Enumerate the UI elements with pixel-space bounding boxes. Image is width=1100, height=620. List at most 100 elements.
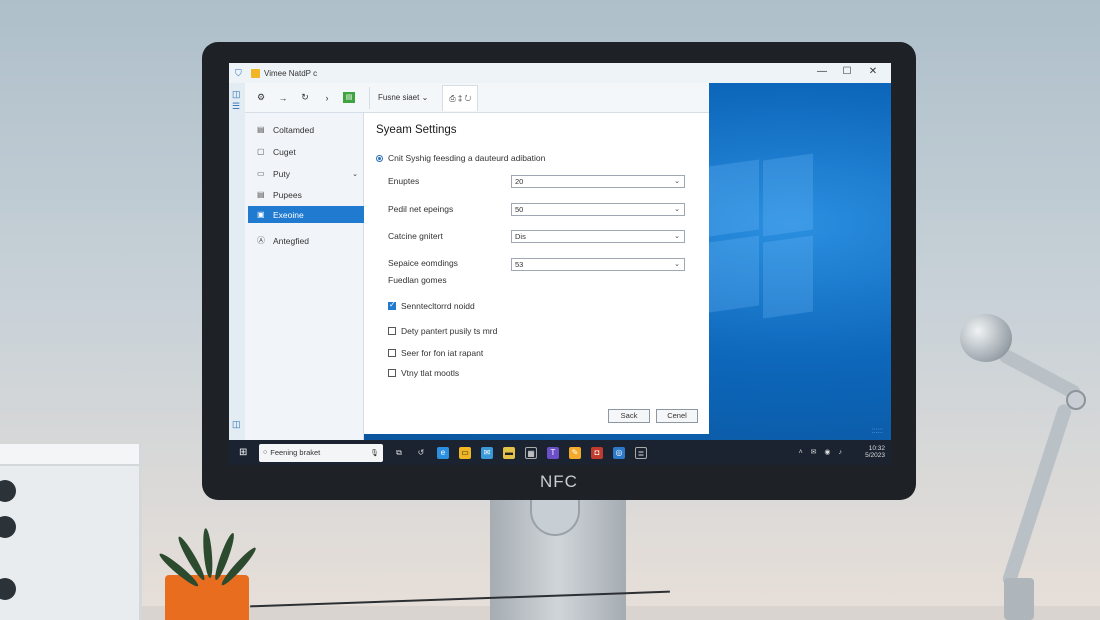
field-label: Pedil net epeings (388, 204, 454, 214)
sidebar-item-label: Pupees (273, 189, 302, 200)
shield-icon: ⛉ (235, 68, 242, 78)
cabinet-top (0, 444, 139, 466)
task-view-icon[interactable]: ⧉ (393, 447, 405, 459)
paint-icon[interactable]: ✎ (569, 446, 581, 459)
chevron-right-icon[interactable]: › (321, 93, 333, 103)
notepad-icon[interactable]: ≣ (635, 446, 647, 459)
office-icon[interactable]: ◘ (591, 446, 603, 459)
taskbar-search[interactable]: ○ Feening braket 🎙︎ (259, 443, 383, 462)
checkbox-label: Seer for fon iat rapant (401, 348, 484, 358)
folder-icon: ▭ (257, 169, 265, 178)
radio-button[interactable] (376, 154, 383, 162)
settings-window: ⛉ Vimee NatdP c — ☐ ✕ ◫ ☰ ◫ ⚙ → ↻ › ▤ Fu… (229, 63, 891, 440)
green-app-icon[interactable]: ▤ (343, 92, 355, 103)
dropdown-value: 20 (515, 177, 524, 186)
dropdown-0[interactable]: 20 ⌄ (511, 175, 685, 188)
sidebar-item-label: Exeoine (273, 209, 304, 220)
clock[interactable]: 10:32 5/2023 (865, 445, 885, 459)
checkbox-row-3[interactable]: Vtny tlat mootls (388, 368, 459, 378)
checkbox-label: Dety pantert pusily ts mrd (401, 326, 498, 336)
cabinet-knob (0, 516, 16, 538)
chevron-down-icon: ⌄ (421, 92, 429, 102)
settings-icon[interactable]: ⚙ (255, 92, 267, 103)
checkbox-row-0[interactable]: Senntecltorrd noidd (388, 300, 475, 311)
cabinet-knob (0, 480, 16, 502)
security-icon[interactable]: ◎ (613, 446, 625, 459)
mail-icon[interactable]: ✉ (481, 446, 493, 459)
monitor-icon: ▣ (257, 210, 265, 219)
page-title: Syeam Settings (376, 124, 457, 136)
field-label: Catcine gnitert (388, 231, 443, 241)
monitor-brand-logo: NFC (540, 472, 578, 491)
rail-bottom-icon[interactable]: ◫ (232, 419, 241, 430)
chevron-down-icon: ⌄ (674, 233, 680, 240)
calculator-icon[interactable]: ▦ (525, 446, 537, 459)
sidebar-item-2[interactable]: ▭ Puty ⌄ (248, 165, 364, 182)
checkbox[interactable] (388, 349, 396, 357)
sidebar-item-3[interactable]: ▤ Pupees (248, 186, 364, 203)
chevron-down-icon: ⌄ (674, 178, 680, 185)
files-icon[interactable]: ▬ (503, 446, 515, 459)
widget-icon[interactable]: ↺ (415, 447, 427, 459)
taskbar: ⊞ ○ Feening braket 🎙︎ ⧉ ↺ e ▭ ✉ ▬ ▦ T ✎ … (229, 440, 891, 465)
checkbox-row-1[interactable]: Dety pantert pusily ts mrd (388, 326, 497, 336)
clock-date: 5/2023 (865, 452, 885, 459)
sidebar-item-5[interactable]: Ⓐ Antegfied (248, 232, 364, 249)
a-circle-icon: Ⓐ (257, 236, 265, 245)
cabinet-knob (0, 578, 16, 600)
radio-label: Cnit Syshig feesding a dauteurd adibatio… (388, 153, 546, 163)
dropdown-value: 50 (515, 205, 524, 214)
dropdown-1[interactable]: 50 ⌄ (511, 203, 685, 216)
sidebar-item-label: Antegfied (273, 235, 309, 246)
chevron-down-icon: ⌄ (352, 170, 358, 178)
minimize-button[interactable]: — (815, 66, 829, 77)
checkbox-row-2[interactable]: Seer for fon iat rapant (388, 348, 483, 358)
sidebar-item-0[interactable]: ▤ Coltamded (248, 121, 364, 138)
mode-radio[interactable]: Cnit Syshig feesding a dauteurd adibatio… (376, 153, 545, 163)
tab-label: Fusne siaet (378, 92, 420, 102)
drawer-cabinet (0, 444, 142, 620)
system-tray-icons[interactable]: ˄ ✉ ◉ ♪ (799, 448, 845, 456)
rail-icon[interactable]: ☰ (232, 101, 240, 112)
dropdown-2[interactable]: Dis ⌄ (511, 230, 685, 243)
dropdown-3[interactable]: 53 ⌄ (511, 258, 685, 271)
save-button[interactable]: Sack (608, 409, 650, 423)
cancel-button[interactable]: Cenel (656, 409, 698, 423)
maximize-button[interactable]: ☐ (840, 66, 854, 77)
close-button[interactable]: ✕ (866, 66, 880, 77)
sidebar-item-4[interactable]: ▣ Exeoine (248, 206, 364, 223)
sidebar-item-label: Cuget (273, 146, 296, 157)
window-title: Vimee NatdP c (264, 68, 318, 78)
chevron-down-icon: ⌄ (674, 261, 680, 268)
rail-icon[interactable]: ◫ (232, 89, 241, 100)
dropdown-value: 53 (515, 260, 524, 269)
mic-icon: 🎙︎ (370, 449, 379, 457)
clock-time: 10:32 (868, 445, 885, 452)
toolbar: ⚙ → ↻ › ▤ Fusne siaet ⌄ ⎙ ‡ ↻ (245, 83, 709, 113)
title-bar: ⛉ Vimee NatdP c — ☐ ✕ (229, 63, 891, 83)
search-placeholder: Feening braket (270, 448, 321, 457)
settings-panel: Syeam Settings Cnit Syshig feesding a da… (364, 113, 709, 434)
chevron-down-icon: ⌄ (674, 206, 680, 213)
sidebar-item-1[interactable]: ▢ Cuget (248, 143, 364, 160)
sidebar-item-label: Coltamded (273, 124, 315, 135)
settings-sidebar: ▤ Coltamded ▢ Cuget ▭ Puty ⌄ ▤ Pupees ▣ … (245, 113, 364, 440)
checkbox-label: Senntecltorrd noidd (401, 301, 475, 311)
list-icon: ▤ (257, 125, 265, 134)
start-button[interactable]: ⊞ (239, 447, 251, 458)
checkbox[interactable] (388, 300, 396, 310)
folder-icon[interactable]: ▭ (459, 446, 471, 459)
screen: ⛉ Vimee NatdP c — ☐ ✕ ◫ ☰ ◫ ⚙ → ↻ › ▤ Fu… (229, 63, 891, 465)
refresh-icon[interactable]: ↻ (299, 92, 311, 103)
forward-arrow-icon[interactable]: → (277, 93, 289, 103)
tab-main[interactable]: Fusne siaet ⌄ (369, 86, 436, 109)
section-label: Fuedlan gomes (388, 275, 447, 285)
app-icon (251, 68, 260, 78)
edge-icon[interactable]: e (437, 446, 449, 459)
box-icon: ▢ (257, 147, 265, 156)
checkbox[interactable] (388, 327, 396, 335)
field-label: Sepaice eomdings (388, 258, 458, 268)
teams-icon[interactable]: T (547, 446, 559, 459)
tab-secondary[interactable]: ⎙ ‡ ↻ (442, 84, 479, 111)
checkbox[interactable] (388, 369, 396, 377)
